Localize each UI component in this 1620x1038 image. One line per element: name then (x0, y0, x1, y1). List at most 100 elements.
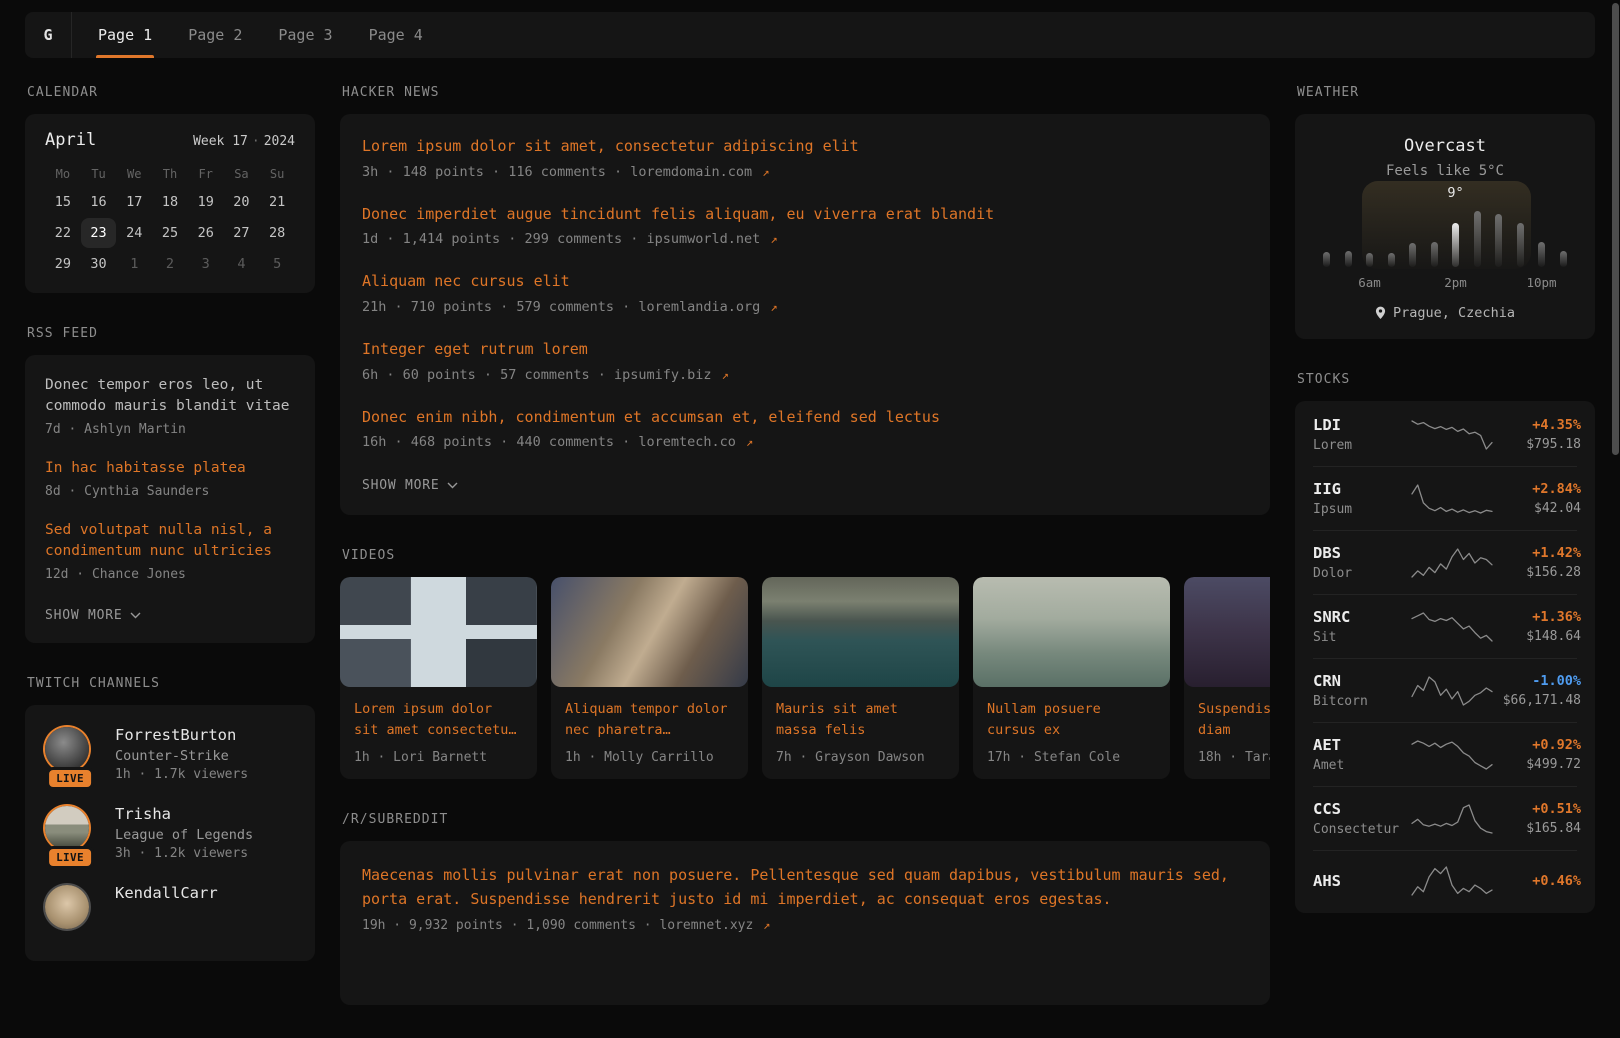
rss-feed-widget: Donec tempor eros leo, ut commodo mauris… (25, 355, 315, 643)
external-link-icon: ↗ (768, 300, 777, 314)
nav-tab-page-4[interactable]: Page 4 (369, 12, 423, 58)
stock-ticker: AET (1313, 736, 1409, 754)
video-title[interactable]: Suspendisse diam (1198, 699, 1270, 741)
stock-row-iig[interactable]: IIGIpsum+2.84%$42.04 (1313, 466, 1577, 530)
stock-change: +2.84% (1495, 481, 1581, 497)
stock-name: Lorem (1313, 438, 1409, 453)
stock-sparkline-wrap (1409, 418, 1495, 452)
video-thumbnail (551, 577, 748, 687)
weather-bar (1409, 243, 1416, 267)
rss-item[interactable]: Sed volutpat nulla nisl, a condimentum n… (45, 520, 295, 584)
rss-item-title[interactable]: In hac habitasse platea (45, 458, 295, 479)
stock-row-snrc[interactable]: SNRCSit+1.36%$148.64 (1313, 594, 1577, 658)
weather-condition: Overcast (1315, 136, 1575, 156)
app-logo[interactable]: G (25, 12, 72, 58)
calendar-widget: April Week 17·2024 MoTuWeThFrSaSu1516171… (25, 114, 315, 293)
subreddit-post-title[interactable]: Maecenas mollis pulvinar erat non posuer… (362, 863, 1248, 911)
rss-section-title: RSS FEED (27, 326, 315, 341)
video-title[interactable]: Nullam posuere cursus ex (987, 699, 1156, 741)
stock-sparkline (1409, 418, 1495, 452)
item-meta: 1d · 1,414 points · 299 comments · ipsum… (362, 230, 1248, 249)
stock-row-dbs[interactable]: DBSDolor+1.42%$156.28 (1313, 530, 1577, 594)
video-card[interactable]: Lorem ipsum dolor sit amet consectetu…1h… (340, 577, 537, 779)
twitch-channel-trisha[interactable]: LIVETrishaLeague of Legends3h · 1.2k vie… (43, 804, 297, 861)
rss-item-title[interactable]: Sed volutpat nulla nisl, a condimentum n… (45, 520, 295, 562)
twitch-channel-info: TrishaLeague of Legends3h · 1.2k viewers (115, 804, 253, 861)
videos-section-title: VIDEOS (342, 548, 1270, 563)
rss-item-title[interactable]: Donec tempor eros leo, ut commodo mauris… (45, 375, 295, 417)
nav-tab-page-1[interactable]: Page 1 (98, 12, 152, 58)
video-card[interactable]: Suspendisse diam18h · Tara (1184, 577, 1270, 779)
video-title[interactable]: Mauris sit amet massa felis (776, 699, 945, 741)
stock-change: +0.46% (1495, 873, 1581, 889)
twitch-channel-kendallcarr[interactable]: KendallCarr (43, 883, 297, 931)
chevron-down-icon (130, 612, 141, 619)
weather-bar (1474, 211, 1481, 267)
video-card-body: Nullam posuere cursus ex17h · Stefan Col… (973, 687, 1170, 779)
live-badge: LIVE (46, 846, 94, 869)
hacker-news-item[interactable]: Donec imperdiet augue tincidunt felis al… (362, 204, 1248, 250)
weather-location: Prague, Czechia (1393, 305, 1515, 321)
stock-row-ldi[interactable]: LDILorem+4.35%$795.18 (1313, 403, 1577, 466)
twitch-channel-name: KendallCarr (115, 883, 218, 903)
rss-show-more-button[interactable]: SHOW MORE (45, 608, 141, 623)
stock-name: Ipsum (1313, 502, 1409, 517)
page-scrollbar-thumb[interactable] (1612, 3, 1619, 455)
calendar-section: CALENDAR April Week 17·2024 MoTuWeThFrSa… (25, 85, 315, 293)
item-meta-text: 19h · 9,932 points · 1,090 comments · lo… (362, 918, 753, 933)
subreddit-post[interactable]: Maecenas mollis pulvinar erat non posuer… (362, 863, 1248, 935)
item-meta-text: 16h · 468 points · 440 comments · loremt… (362, 434, 736, 450)
top-navbar: G Page 1 Page 2 Page 3 Page 4 (25, 12, 1595, 58)
stock-sparkline-wrap (1409, 864, 1495, 898)
hacker-news-item[interactable]: Donec enim nibh, condimentum et accumsan… (362, 407, 1248, 453)
hacker-news-item-title[interactable]: Aliquam nec cursus elit (362, 271, 1248, 293)
hacker-news-item-title[interactable]: Donec imperdiet augue tincidunt felis al… (362, 204, 1248, 226)
calendar-day-20: 20 (224, 187, 260, 217)
stock-change: +1.36% (1495, 609, 1581, 625)
weather-section-title: WEATHER (1297, 85, 1595, 100)
calendar-weekday-mo: Mo (45, 162, 81, 186)
hacker-news-section-title: HACKER NEWS (342, 85, 1270, 100)
stock-values: -1.00%$66,171.48 (1495, 673, 1581, 708)
rss-item[interactable]: Donec tempor eros leo, ut commodo mauris… (45, 375, 295, 439)
stock-row-crn[interactable]: CRNBitcorn-1.00%$66,171.48 (1313, 658, 1577, 722)
stock-price: $66,171.48 (1495, 693, 1581, 708)
video-card[interactable]: Aliquam tempor dolor nec pharetra…1h · M… (551, 577, 748, 779)
video-card[interactable]: Nullam posuere cursus ex17h · Stefan Col… (973, 577, 1170, 779)
calendar-day-27: 27 (224, 218, 260, 248)
right-column: WEATHER Overcast Feels like 5°C 9° 6am2p… (1295, 85, 1595, 946)
nav-tab-page-2[interactable]: Page 2 (188, 12, 242, 58)
video-title[interactable]: Aliquam tempor dolor nec pharetra… (565, 699, 734, 741)
rss-item[interactable]: In hac habitasse platea8d · Cynthia Saun… (45, 458, 295, 501)
stock-row-ccs[interactable]: CCSConsectetur+0.51%$165.84 (1313, 786, 1577, 850)
hacker-news-item[interactable]: Aliquam nec cursus elit21h · 710 points … (362, 271, 1248, 317)
avatar (45, 885, 89, 929)
stock-sparkline-wrap (1409, 482, 1495, 516)
hacker-news-item-title[interactable]: Donec enim nibh, condimentum et accumsan… (362, 407, 1248, 429)
item-meta-text: 7d · Ashlyn Martin (45, 422, 186, 437)
hacker-news-item-title[interactable]: Lorem ipsum dolor sit amet, consectetur … (362, 136, 1248, 158)
hacker-news-item[interactable]: Integer eget rutrum lorem6h · 60 points … (362, 339, 1248, 385)
stock-row-aet[interactable]: AETAmet+0.92%$499.72 (1313, 722, 1577, 786)
calendar-day-22: 22 (45, 218, 81, 248)
stocks-section-title: STOCKS (1297, 372, 1595, 387)
hacker-news-item[interactable]: Lorem ipsum dolor sit amet, consectetur … (362, 136, 1248, 182)
video-thumbnail (1184, 577, 1270, 687)
twitch-channel-forrestburton[interactable]: LIVEForrestBurtonCounter-Strike1h · 1.7k… (43, 725, 297, 782)
stock-price: $795.18 (1495, 437, 1581, 452)
calendar-day-17: 17 (116, 187, 152, 217)
video-card[interactable]: Mauris sit amet massa felis 7h · Grayson … (762, 577, 959, 779)
video-card-body: Mauris sit amet massa felis 7h · Grayson … (762, 687, 959, 779)
stock-sparkline-wrap (1409, 546, 1495, 580)
twitch-section-title: TWITCH CHANNELS (27, 676, 315, 691)
hacker-news-item-title[interactable]: Integer eget rutrum lorem (362, 339, 1248, 361)
stock-row-ahs[interactable]: AHS+0.46% (1313, 850, 1577, 911)
video-meta: 7h · Grayson Dawson (776, 750, 945, 765)
video-title[interactable]: Lorem ipsum dolor sit amet consectetu… (354, 699, 523, 741)
hacker-news-show-more-button[interactable]: SHOW MORE (362, 478, 458, 493)
video-card-body: Suspendisse diam18h · Tara (1184, 687, 1270, 779)
stock-values: +1.36%$148.64 (1495, 609, 1581, 644)
twitch-section: TWITCH CHANNELS LIVEForrestBurtonCounter… (25, 676, 315, 961)
external-link-icon: ↗ (720, 368, 729, 382)
nav-tab-page-3[interactable]: Page 3 (278, 12, 332, 58)
